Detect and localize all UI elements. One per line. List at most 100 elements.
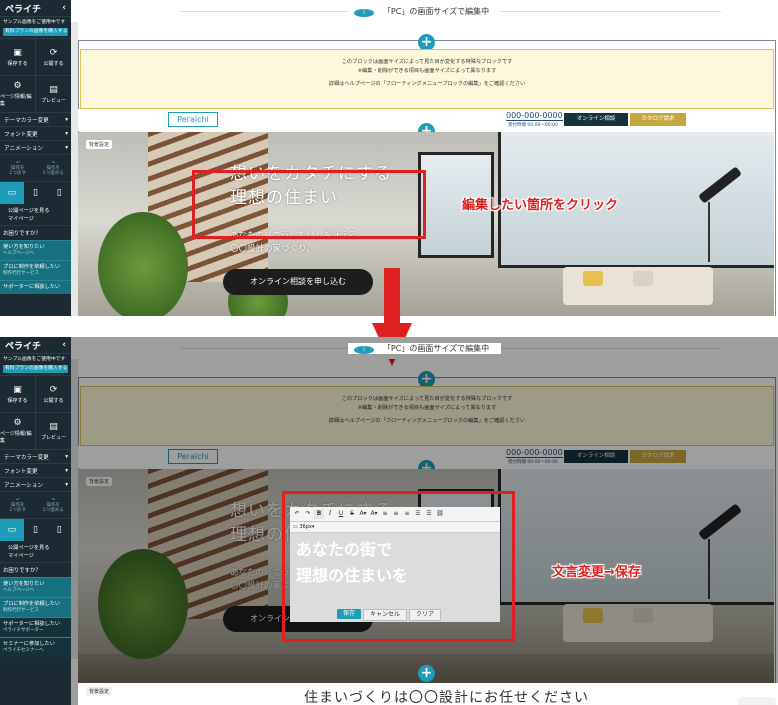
- tablet-icon[interactable]: ▯: [24, 519, 48, 541]
- desktop-icon[interactable]: ▭: [0, 519, 24, 541]
- view-public-page-link[interactable]: 公開ページを見る: [8, 544, 71, 552]
- help-link-title: 使い方を知りたい: [3, 244, 45, 250]
- pro-link[interactable]: プロに制作を依頼したい 制作代行サービス: [0, 597, 71, 617]
- seminar-link-sub: ペライチセミナーへ: [3, 647, 44, 653]
- chevron-down-icon: ▾: [65, 481, 68, 488]
- notice-line2: ※編集・削除ができる項目も画面サイズによって異なります: [357, 68, 497, 74]
- seminar-link[interactable]: セミナーに参加したい ペライチセミナーへ: [0, 637, 71, 657]
- save-label: 保存する: [7, 60, 28, 67]
- gear-icon: ⚙: [13, 418, 22, 428]
- supporter-link[interactable]: サポーターに相談したい ペライチサポーター: [0, 617, 71, 637]
- background-settings-badge[interactable]: 背景設定: [86, 687, 113, 696]
- screenshot-after: ペライチ ‹ サンプル画像をご使用中です 有料プランの画像を購入する ▣ 保存する…: [0, 337, 778, 705]
- buy-image-button[interactable]: 有料プランの画像を購入する: [3, 28, 68, 36]
- sub-links: 公開ページを見る マイページ: [0, 541, 71, 562]
- preview-button[interactable]: ▤ プレビュー: [36, 413, 71, 449]
- mypage-link[interactable]: マイページ: [8, 552, 71, 560]
- background-settings-badge[interactable]: 背景設定: [86, 140, 113, 149]
- theme-color-menu[interactable]: テーマカラー変更 ▾: [0, 112, 71, 126]
- plan-note: サンプル画像をご使用中です: [3, 20, 66, 25]
- online-consult-button[interactable]: オンライン相談: [564, 113, 628, 126]
- step1-callout: 編集したい箇所をクリック: [462, 198, 619, 213]
- animation-label: アニメーション: [4, 145, 43, 152]
- mobile-icon[interactable]: ▯: [47, 182, 71, 204]
- buy-image-button[interactable]: 有料プランの画像を購入する: [3, 365, 68, 373]
- redo-label: 操作を 1つ進める: [42, 502, 64, 513]
- desktop-icon[interactable]: ▭: [0, 182, 24, 204]
- font-menu[interactable]: フォント変更 ▾: [0, 463, 71, 477]
- editing-mode-label: 「PC」の画面サイズで編集中: [376, 6, 496, 16]
- help-link[interactable]: 使い方を知りたい ヘルプページへ: [0, 577, 71, 597]
- collapse-icon[interactable]: ‹: [62, 3, 66, 13]
- site-logo[interactable]: Peraichi: [168, 112, 218, 127]
- save-icon: ▣: [13, 384, 22, 395]
- publish-button[interactable]: ⟳ 公開する: [36, 376, 71, 412]
- font-menu[interactable]: フォント変更 ▾: [0, 126, 71, 140]
- phone-hours: 受付時間 00:00〜00:00: [508, 123, 558, 128]
- scroll-tab[interactable]: [738, 697, 776, 705]
- gear-icon: ⚙: [13, 81, 22, 91]
- mobile-icon[interactable]: ▯: [47, 519, 71, 541]
- collapse-icon[interactable]: ‹: [62, 340, 66, 350]
- undo-button[interactable]: ↶ 操作を 1つ戻す: [0, 155, 36, 181]
- pro-link-title: プロに制作を依頼したい: [3, 264, 61, 270]
- chevron-down-icon: ▾: [65, 144, 68, 151]
- plant-image: [98, 212, 188, 316]
- undo-label: 操作を 1つ戻す: [9, 165, 27, 176]
- pro-link-sub: 制作代行サービス: [3, 607, 39, 613]
- supporter-link[interactable]: サポーターに相談したい: [0, 280, 71, 294]
- save-icon: ▣: [13, 47, 22, 58]
- help-heading: お困りですか？: [0, 562, 71, 577]
- chevron-down-icon: ▾: [65, 130, 68, 137]
- hero-sub-line2[interactable]: 〇〇設計の家づくり。: [230, 243, 357, 256]
- plan-note: サンプル画像をご使用中です: [3, 357, 66, 362]
- help-link-sub: ヘルプページへ: [3, 587, 35, 593]
- undo-label: 操作を 1つ戻す: [9, 502, 27, 513]
- save-button[interactable]: ▣ 保存する: [0, 376, 36, 412]
- pro-link[interactable]: プロに制作を依頼したい 制作代行サービス: [0, 260, 71, 280]
- app-name: ペライチ: [5, 4, 42, 15]
- page-info-label: ページ情報/編集: [0, 94, 32, 107]
- redo-button[interactable]: ↷ 操作を 1つ進める: [36, 492, 72, 518]
- preview-label: プレビュー: [40, 97, 66, 104]
- seminar-link-title: セミナーに参加したい: [3, 641, 55, 647]
- help-link[interactable]: 使い方を知りたい ヘルプページへ: [0, 240, 71, 260]
- save-button[interactable]: ▣ 保存する: [0, 39, 36, 75]
- hero-section[interactable]: 背景設定 想いをカタチにする 理想の住まい あなたの「こうしたい」を叶える 〇〇…: [78, 132, 774, 316]
- preview-button[interactable]: ▤ プレビュー: [36, 76, 71, 112]
- catalog-button[interactable]: カタログ請求: [630, 113, 686, 126]
- page-info-button[interactable]: ⚙ ページ情報/編集: [0, 413, 36, 449]
- publish-button[interactable]: ⟳ 公開する: [36, 39, 71, 75]
- app-name: ペライチ: [5, 341, 42, 352]
- info-icon: i: [353, 345, 374, 354]
- sidebar: ペライチ ‹ サンプル画像をご使用中です 有料プランの画像を購入する ▣ 保存する…: [0, 337, 71, 705]
- next-section: 背景設定 住まいづくりは〇〇設計にお任せください: [78, 683, 778, 705]
- theme-color-label: テーマカラー変更: [4, 117, 49, 124]
- mypage-link[interactable]: マイページ: [8, 215, 71, 223]
- animation-menu[interactable]: アニメーション ▾: [0, 477, 71, 491]
- scroll-edge: [71, 22, 78, 316]
- supporter-link-title: サポーターに相談したい: [3, 284, 61, 290]
- hero-cta-button[interactable]: オンライン相談を申し込む: [223, 269, 373, 295]
- font-label: フォント変更: [4, 468, 38, 475]
- animation-menu[interactable]: アニメーション ▾: [0, 140, 71, 154]
- floating-block-notice: このブロックは画面サイズによって見た目が変化する特殊なブロックです ※編集・削除…: [80, 49, 774, 109]
- tripod-image: [708, 202, 710, 262]
- page-info-button[interactable]: ⚙ ページ情報/編集: [0, 76, 36, 112]
- theme-color-menu[interactable]: テーマカラー変更 ▾: [0, 449, 71, 463]
- redo-button[interactable]: ↷ 操作を 1つ進める: [36, 155, 72, 181]
- tablet-icon[interactable]: ▯: [24, 182, 48, 204]
- highlight-box: [282, 491, 515, 642]
- publish-label: 公開する: [43, 397, 64, 404]
- section-heading[interactable]: 住まいづくりは〇〇設計にお任せください: [304, 687, 589, 705]
- chevron-down-icon: ▾: [65, 467, 68, 474]
- publish-label: 公開する: [43, 60, 64, 67]
- view-public-page-link[interactable]: 公開ページを見る: [8, 207, 71, 215]
- notice-line3: 詳細はヘルプページの「フローティングメニューブロックの編集」をご確認ください: [328, 81, 526, 87]
- animation-label: アニメーション: [4, 482, 43, 489]
- phone-number[interactable]: 000-000-0000: [506, 111, 563, 121]
- supporter-link-title: サポーターに相談したい: [3, 621, 61, 627]
- sub-links: 公開ページを見る マイページ: [0, 204, 71, 225]
- undo-button[interactable]: ↶ 操作を 1つ戻す: [0, 492, 36, 518]
- add-block-icon[interactable]: +: [418, 665, 435, 682]
